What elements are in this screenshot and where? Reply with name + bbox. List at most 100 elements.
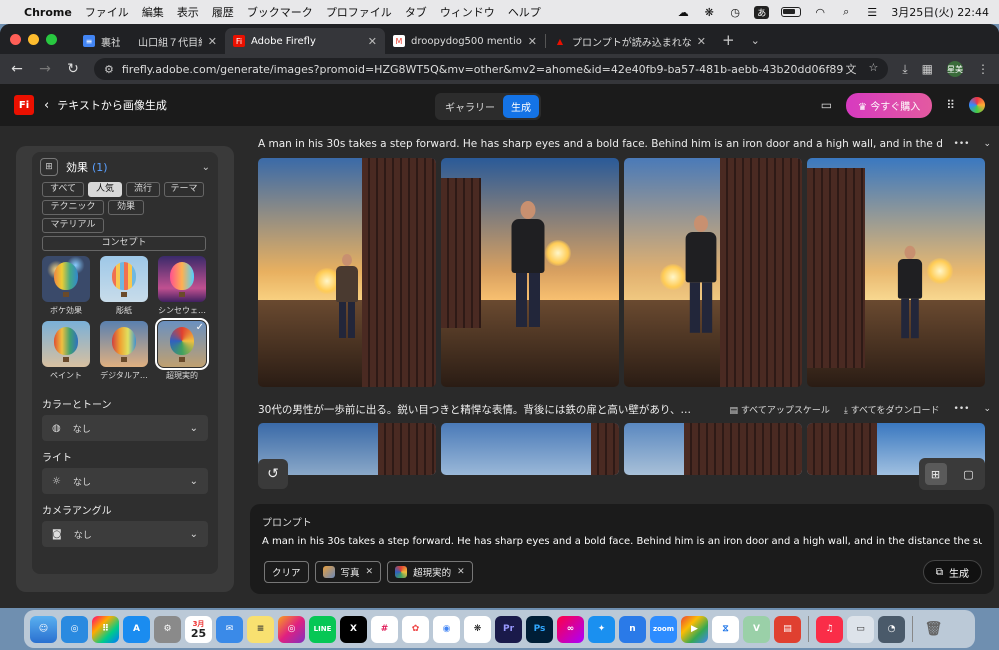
apps-grid-icon[interactable]: ⠿ — [946, 98, 955, 112]
chip-trending[interactable]: 流行 — [126, 182, 160, 197]
close-tab-icon[interactable]: ✕ — [362, 35, 377, 48]
chevron-down-icon[interactable]: ⌄ — [983, 139, 991, 149]
effect-papercraft[interactable]: 彫紙 — [100, 256, 148, 317]
app-store-icon[interactable]: A — [123, 615, 150, 643]
remote-desktop-icon[interactable]: ⧖ — [712, 615, 739, 643]
notes-icon[interactable]: ≡ — [247, 615, 274, 643]
close-tab-icon[interactable]: ✕ — [522, 35, 537, 48]
light-dropdown[interactable]: ☼ なし ⌄ — [42, 468, 208, 494]
tab-adobe-firefly[interactable]: Fi Adobe Firefly ✕ — [225, 28, 385, 54]
url-text[interactable]: firefly.adobe.com/generate/images?promoi… — [122, 63, 843, 76]
chip-concept[interactable]: コンセプト — [42, 236, 206, 251]
chevron-down-icon[interactable]: ⌄ — [983, 404, 991, 414]
chip-material[interactable]: マテリアル — [42, 218, 104, 233]
forward-button[interactable]: → — [38, 61, 52, 77]
close-window-button[interactable] — [10, 33, 21, 45]
history-button[interactable]: ↺ — [258, 459, 288, 489]
generated-image-4[interactable] — [807, 158, 985, 387]
generated-image-3[interactable] — [624, 158, 802, 387]
single-view-icon[interactable]: ▢ — [958, 463, 980, 485]
document-app-icon[interactable]: ▤ — [774, 615, 801, 643]
clear-button[interactable]: クリア — [264, 561, 309, 583]
menu-file[interactable]: ファイル — [85, 4, 129, 20]
extensions-icon[interactable]: ▦ — [922, 62, 933, 76]
generate-button[interactable]: ⧉ 生成 — [922, 560, 982, 584]
line-icon[interactable]: LINE — [309, 615, 336, 643]
chip-popular[interactable]: 人気 — [88, 182, 122, 197]
menu-help[interactable]: ヘルプ — [508, 4, 541, 20]
trash-icon[interactable]: 🗑 — [920, 616, 947, 643]
calendar-icon[interactable]: 3月 25 — [185, 615, 212, 643]
quicktime-icon[interactable]: ◔ — [878, 615, 905, 643]
reload-button[interactable]: ↻ — [66, 61, 80, 77]
menu-edit[interactable]: 編集 — [142, 4, 164, 20]
wifi-icon[interactable]: ◠ — [813, 6, 827, 19]
chrome-menu-icon[interactable]: ⋮ — [977, 62, 989, 76]
upscale-all-button[interactable]: ▤ すべてアップスケール — [729, 403, 829, 416]
profile-avatar[interactable]: 星美 — [947, 61, 963, 77]
minimize-window-button[interactable] — [28, 33, 39, 45]
effect-hyper-realistic[interactable]: ✓ 超現実的 — [155, 318, 209, 382]
menu-history[interactable]: 履歴 — [212, 4, 234, 20]
menu-bookmarks[interactable]: ブックマーク — [247, 4, 313, 20]
control-center-icon[interactable]: ☰ — [865, 6, 879, 19]
photos-icon[interactable]: ✿ — [402, 615, 429, 643]
chip-technique[interactable]: テクニック — [42, 200, 104, 215]
chip-effect[interactable]: 効果 — [108, 200, 144, 215]
effect-bokeh[interactable]: ボケ効果 — [42, 256, 90, 317]
creative-cloud-icon[interactable]: ☁ — [676, 6, 690, 19]
effect-paint[interactable]: ペイント — [42, 321, 90, 382]
firefly-logo[interactable]: Fi — [14, 95, 34, 115]
tab-search-chevron-icon[interactable]: ⌄ — [751, 34, 760, 47]
close-tab-icon[interactable]: ✕ — [691, 35, 706, 48]
translate-icon[interactable]: 文 — [845, 61, 856, 77]
battery-icon[interactable] — [781, 7, 802, 17]
google-meet-icon[interactable]: ▶ — [681, 615, 708, 643]
new-tab-button[interactable]: + — [722, 31, 735, 49]
menu-profiles[interactable]: プロファイル — [326, 4, 392, 20]
creative-cloud-dock-icon[interactable]: ∞ — [557, 615, 584, 643]
slack-icon[interactable]: # — [371, 615, 398, 643]
grid-view-icon[interactable]: ⊞ — [924, 463, 947, 485]
generated-image-1[interactable] — [258, 158, 436, 387]
effects-header[interactable]: ⊞ 効果 (1) ⌄ — [32, 152, 218, 182]
camera-angle-dropdown[interactable]: ◙ なし ⌄ — [42, 521, 208, 547]
mail-icon[interactable]: ✉ — [216, 615, 243, 643]
menubar-clock[interactable]: 3月25日(火) 22:44 — [891, 4, 989, 20]
generated-image-6[interactable] — [441, 423, 619, 475]
menu-chrome[interactable]: Chrome — [24, 6, 72, 19]
notion-icon[interactable]: n — [619, 615, 646, 643]
search-icon[interactable]: ⌕ — [839, 5, 853, 18]
premiere-pro-icon[interactable]: Pr — [495, 615, 522, 643]
tab-generate[interactable]: 生成 — [503, 95, 539, 118]
tab-gmail[interactable]: M droopydog500 mentioned yo ✕ — [385, 28, 545, 54]
instagram-icon[interactable]: ◎ — [278, 615, 305, 643]
system-settings-icon[interactable]: ⚙ — [154, 615, 181, 643]
finder-icon[interactable]: ☺ — [30, 615, 57, 643]
tab-gallery[interactable]: ギャラリー — [437, 95, 503, 118]
chevron-down-icon[interactable]: ⌄ — [202, 162, 210, 173]
chip-photo[interactable]: 写真 ✕ — [314, 561, 382, 583]
effect-synthwave[interactable]: シンセウェ… — [158, 256, 206, 317]
time-machine-icon[interactable]: ◷ — [728, 6, 742, 19]
address-bar[interactable]: ⚙ firefly.adobe.com/generate/images?prom… — [94, 58, 889, 80]
site-info-icon[interactable]: ⚙ — [104, 63, 114, 76]
close-tab-icon[interactable]: ✕ — [202, 35, 217, 48]
generated-image-7[interactable] — [624, 423, 802, 475]
x-icon[interactable]: X — [340, 615, 367, 643]
feedback-icon[interactable]: ▭ — [821, 98, 832, 112]
chip-theme[interactable]: テーマ — [164, 182, 204, 197]
tab-ura-shakai[interactable]: ≡ 裏社会 山口組７代目組長の誕 ✕ — [75, 28, 225, 54]
download-all-button[interactable]: ⤓ すべてをダウンロード — [844, 403, 940, 416]
prompt-input[interactable]: A man in his 30s takes a step forward. H… — [262, 536, 982, 547]
effect-digital-art[interactable]: デジタルア… — [100, 321, 148, 382]
capcut-icon[interactable]: ✦ — [588, 615, 615, 643]
color-tone-dropdown[interactable]: ◍ なし ⌄ — [42, 415, 208, 441]
back-arrow-icon[interactable]: ‹ — [44, 98, 49, 113]
openai-icon[interactable]: ❋ — [702, 6, 716, 19]
chrome-icon[interactable]: ◉ — [433, 615, 460, 643]
more-options-icon[interactable]: ••• — [954, 404, 970, 414]
music-icon[interactable]: ♫ — [816, 615, 843, 643]
preview-icon[interactable]: ▭ — [847, 615, 874, 643]
chatgpt-icon[interactable]: ❋ — [464, 615, 491, 643]
